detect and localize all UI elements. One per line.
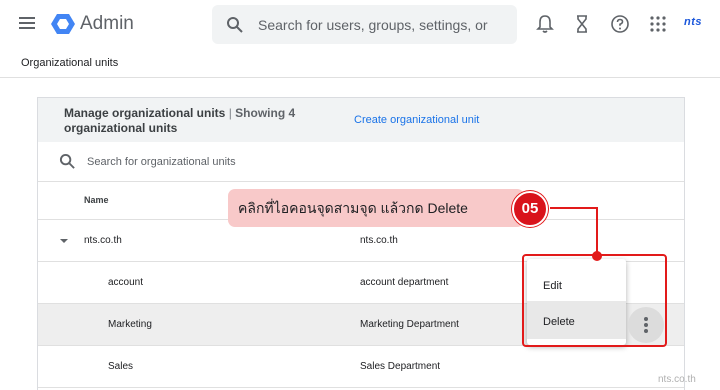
brand-logo[interactable]: nts	[684, 16, 702, 28]
org-unit-search-placeholder: Search for organizational units	[87, 156, 236, 168]
card-title-main: Manage organizational units	[64, 106, 226, 120]
annotation-connector	[596, 207, 598, 255]
row-description: Marketing Department	[360, 319, 459, 330]
org-unit-search-input[interactable]: Search for organizational units	[38, 142, 684, 182]
card-title: Manage organizational units | Showing 4 o…	[64, 106, 324, 136]
table-row[interactable]: Sales Sales Department	[38, 346, 684, 388]
collapse-caret-icon[interactable]	[60, 239, 68, 243]
create-org-unit-link[interactable]: Create organizational unit	[354, 114, 479, 126]
global-search-input[interactable]: Search for users, groups, settings, or	[212, 5, 517, 44]
app-title: Admin	[80, 13, 134, 34]
top-app-bar: Admin Search for users, groups, settings…	[0, 0, 720, 50]
global-search-placeholder: Search for users, groups, settings, or	[258, 17, 488, 33]
row-name: account	[108, 277, 144, 288]
help-icon[interactable]	[609, 13, 631, 35]
row-description: Sales Department	[360, 361, 441, 372]
hourglass-icon[interactable]	[571, 13, 593, 35]
card-header: Manage organizational units | Showing 4 o…	[38, 98, 684, 142]
search-icon	[59, 153, 75, 169]
column-header-name[interactable]: Name	[84, 195, 109, 205]
admin-logo-icon	[51, 14, 75, 34]
apps-grid-icon[interactable]	[647, 13, 669, 35]
highlight-box	[522, 254, 667, 347]
title-separator: |	[228, 106, 232, 120]
bell-icon[interactable]	[534, 13, 556, 35]
watermark: nts.co.th	[658, 374, 696, 385]
row-name: Sales	[108, 361, 134, 372]
header-divider	[0, 77, 720, 78]
instruction-text: คลิกที่ไอคอนจุดสามจุด แล้วกด Delete	[238, 200, 468, 216]
step-number-badge: 05	[512, 191, 548, 227]
search-icon	[227, 17, 243, 33]
showing-count: Showing 4	[235, 106, 296, 120]
main-menu-icon[interactable]	[19, 17, 35, 31]
annotation-dot	[592, 251, 602, 261]
card-title-line2: organizational units	[64, 121, 178, 135]
breadcrumb[interactable]: Organizational units	[21, 57, 118, 69]
row-name: Marketing	[108, 319, 152, 330]
row-name: nts.co.th	[84, 235, 122, 246]
instruction-callout: คลิกที่ไอคอนจุดสามจุด แล้วกด Delete	[228, 189, 524, 227]
row-description: nts.co.th	[360, 235, 398, 246]
annotation-connector	[550, 207, 598, 209]
row-description: account department	[360, 277, 449, 288]
